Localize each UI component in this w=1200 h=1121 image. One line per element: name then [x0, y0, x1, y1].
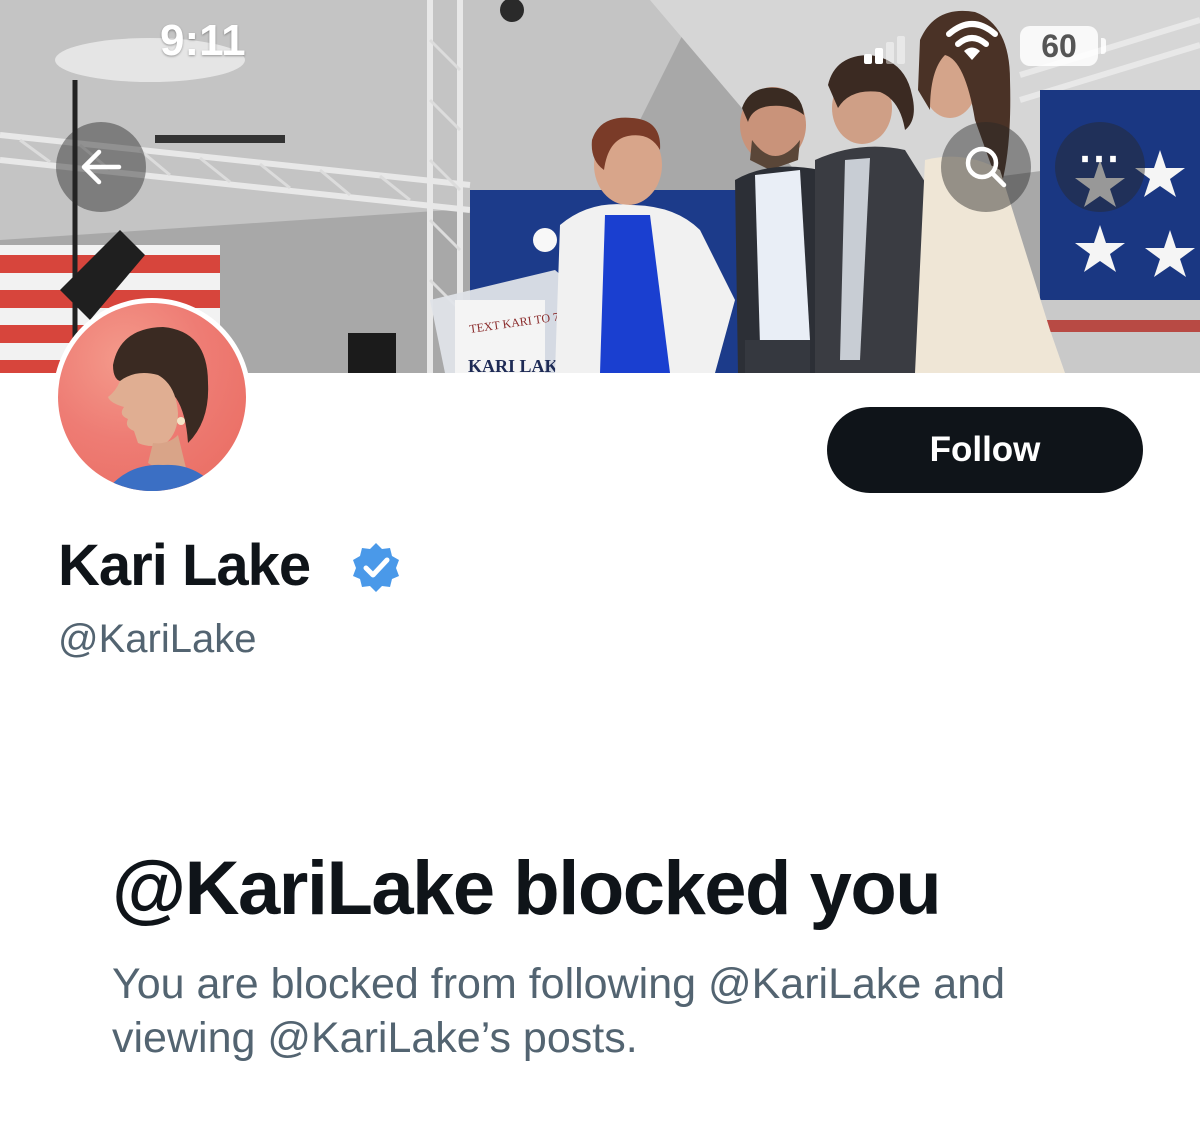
- follow-button[interactable]: Follow: [827, 407, 1143, 493]
- display-name: Kari Lake: [58, 533, 311, 598]
- cellular-signal-icon: [864, 36, 905, 64]
- verified-badge-icon: [353, 543, 399, 592]
- arrow-left-icon: [81, 149, 122, 185]
- search-icon: [965, 146, 1007, 188]
- profile-handle: @KariLake: [58, 617, 257, 661]
- blocked-description: You are blocked from following @KariLake…: [112, 960, 1006, 1062]
- profile-avatar[interactable]: [53, 298, 251, 496]
- avatar-image: [58, 303, 246, 491]
- wifi-icon: [946, 21, 998, 60]
- status-time: 9:11: [160, 16, 246, 65]
- battery-nub: [1101, 38, 1106, 54]
- battery-indicator: 60: [1020, 26, 1098, 66]
- back-button[interactable]: [56, 122, 146, 212]
- blocked-title: @KariLake blocked you: [112, 846, 942, 931]
- more-horizontal-icon: ⋯: [1078, 134, 1122, 181]
- more-options-button[interactable]: ⋯: [1055, 122, 1145, 212]
- search-button[interactable]: [941, 122, 1031, 212]
